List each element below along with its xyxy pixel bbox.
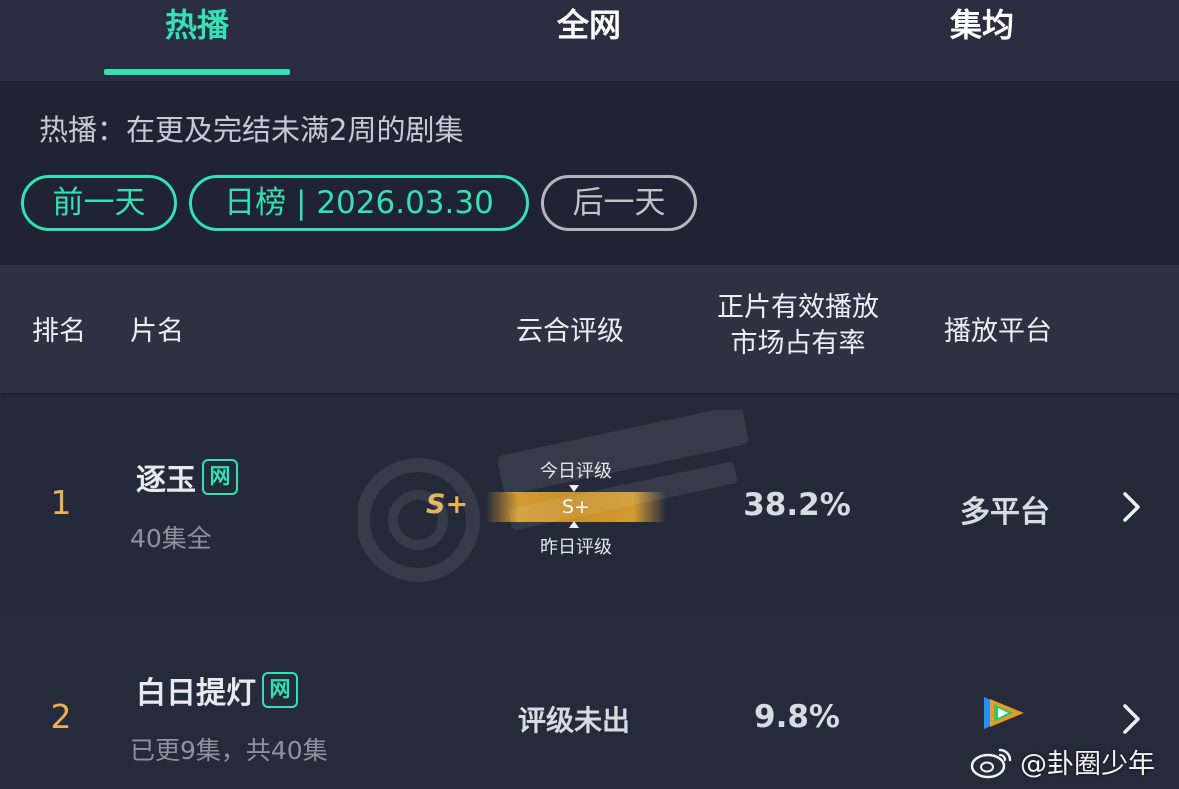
tab-hot[interactable]: 热播: [104, 0, 290, 50]
weibo-icon: [970, 748, 1012, 778]
row-rank: 2: [50, 697, 72, 736]
tencent-video-icon: [984, 697, 1024, 729]
chevron-right-icon[interactable]: [1120, 490, 1144, 524]
header-title: 片名: [130, 316, 184, 347]
weibo-handle: @卦圈少年: [1020, 749, 1155, 780]
platform-label: 多平台: [960, 495, 1050, 530]
active-tab-indicator: [104, 69, 290, 75]
table-row[interactable]: 1 逐玉 网 40集全 S+ 今日评级 S+ 昨日评级 38.2% 多平台: [0, 397, 1179, 610]
rating-unavailable: 评级未出: [517, 704, 630, 737]
web-drama-badge: 网: [202, 459, 238, 495]
header-rank: 排名: [32, 316, 86, 347]
row-rank: 1: [50, 483, 72, 522]
episode-status: 已更9集，共40集: [130, 736, 328, 765]
market-share-value: 38.2%: [743, 487, 851, 523]
today-rating-pointer: [569, 485, 579, 492]
header-market-share-line1: 正片有效播放: [717, 292, 879, 323]
weibo-watermark: @卦圈少年: [970, 742, 1155, 781]
header-rating: 云合评级: [516, 316, 624, 347]
drama-title: 白日提灯: [136, 676, 256, 711]
episode-status: 40集全: [130, 524, 212, 553]
rating-value: S+: [426, 489, 469, 520]
filter-section: 热播：在更及完结未满2周的剧集 前一天 日榜 | 2026.03.30 后一天: [0, 81, 1179, 265]
drama-title: 逐玉: [136, 463, 196, 498]
rating-comparison-bar: S+: [486, 492, 666, 522]
header-platform: 播放平台: [944, 316, 1052, 347]
next-day-button[interactable]: 后一天: [541, 175, 697, 231]
chevron-right-icon[interactable]: [1120, 702, 1144, 736]
header-market-share-line2: 市场占有率: [730, 328, 866, 359]
header-market-share: 正片有效播放 市场占有率: [700, 290, 896, 362]
table-header: 排名 片名 云合评级 正片有效播放 市场占有率 播放平台: [0, 265, 1179, 393]
tab-bar: 热播 全网 集均: [0, 0, 1179, 81]
yesterday-rating-pointer: [569, 521, 579, 528]
today-rating-label: 今日评级: [540, 461, 612, 482]
market-share-value: 9.8%: [754, 699, 840, 735]
date-selector[interactable]: 日榜 | 2026.03.30: [189, 175, 529, 231]
tab-episode-average[interactable]: 集均: [889, 0, 1075, 50]
row-title-wrap: 逐玉 网: [136, 455, 238, 499]
row-title-wrap: 白日提灯 网: [136, 668, 298, 712]
web-drama-badge: 网: [262, 672, 298, 708]
category-description: 热播：在更及完结未满2周的剧集: [39, 113, 464, 147]
rating-bar-value: S+: [562, 496, 590, 518]
yesterday-rating-label: 昨日评级: [540, 537, 612, 558]
tab-all-network[interactable]: 全网: [496, 0, 682, 50]
prev-day-button[interactable]: 前一天: [21, 175, 177, 231]
